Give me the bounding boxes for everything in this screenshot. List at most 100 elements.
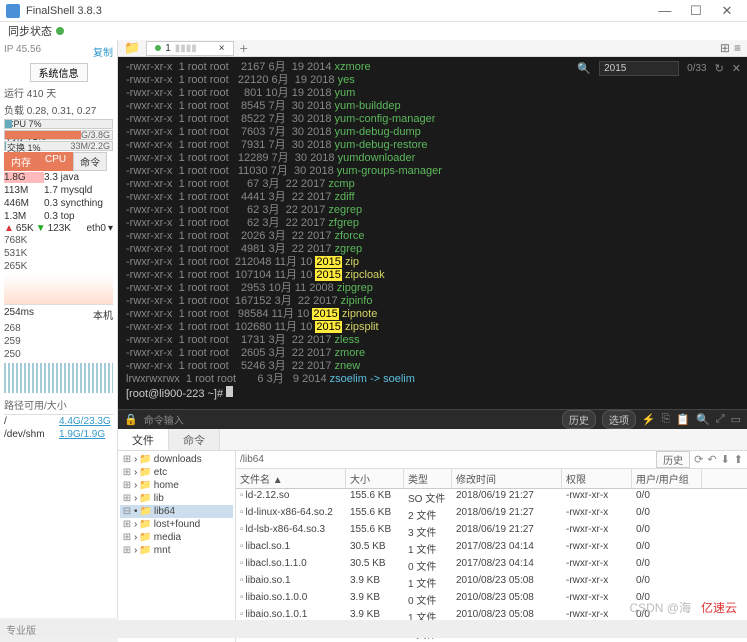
terminal-line: -rwxr-xr-x 1 root root 4981 3月 22 2017 z… (126, 243, 739, 256)
paste-icon[interactable]: 📋 (676, 413, 690, 426)
col-perm[interactable]: 权限 (562, 469, 632, 488)
path-text[interactable]: /lib64 (240, 454, 264, 465)
terminal-line: -rwxr-xr-x 1 root root 8545 7月 30 2018 y… (126, 100, 739, 113)
copy-icon[interactable]: ⎘ (662, 413, 671, 426)
tree-node[interactable]: ⊞›📁lost+found (120, 518, 233, 531)
ping-scale: 250 (4, 348, 113, 361)
swap-label: 交换 (7, 143, 25, 153)
minimize-button[interactable]: — (651, 3, 679, 18)
proc-row: 1.3M0.3 top (4, 210, 113, 223)
close-button[interactable]: ✕ (713, 3, 741, 19)
copy-link[interactable]: 复制 (93, 44, 113, 59)
session-tab[interactable]: 1▮▮▮▮× (146, 41, 233, 56)
expand-icon[interactable]: ⤢ (716, 413, 725, 426)
file-row[interactable]: ▫libacl.so.1.1.030.5 KB0 文件2017/08/23 04… (236, 557, 747, 574)
search-close-icon[interactable]: ✕ (732, 62, 741, 75)
tab-files[interactable]: 文件 (118, 429, 169, 450)
col-mtime[interactable]: 修改时间 (452, 469, 562, 488)
tab-cpu[interactable]: CPU (38, 152, 73, 171)
edition-label: 专业版 (6, 622, 36, 636)
cmd-input-label[interactable]: 命令输入 (144, 412, 556, 427)
terminal-line: -rwxr-xr-x 1 root root 11030 7月 30 2018 … (126, 165, 739, 178)
search-counter: 0/33 (687, 63, 706, 74)
net-down: 123K (48, 223, 71, 234)
app-icon (6, 4, 20, 18)
tree-node[interactable]: ⊞›📁lib (120, 492, 233, 505)
ping-sparkline (4, 363, 113, 393)
terminal-line: lrwxrwxrwx 1 root root 6 3月 9 2014 zsoel… (126, 373, 739, 386)
grid-icon[interactable]: ⊞ (720, 41, 730, 55)
maximize-button[interactable]: ☐ (682, 3, 710, 19)
terminal-line: -rwxr-xr-x 1 root root 1731 3月 22 2017 z… (126, 334, 739, 347)
terminal-line: -rwxr-xr-x 1 root root 212048 11月 10 201… (126, 256, 739, 269)
upload-icon[interactable]: ⬆ (734, 453, 743, 466)
tree-node[interactable]: ⊞›📁mnt (120, 544, 233, 557)
disk-hdr-size: 可用/大小 (24, 397, 67, 412)
swap-pct: 1% (28, 143, 41, 153)
terminal-line: -rwxr-xr-x 1 root root 67 3月 22 2017 zcm… (126, 178, 739, 191)
search2-icon[interactable]: 🔍 (696, 413, 710, 426)
terminal-line: -rwxr-xr-x 1 root root 62 3月 22 2017 zeg… (126, 204, 739, 217)
col-own[interactable]: 用户/用户组 (632, 469, 702, 488)
back-icon[interactable]: ↶ (707, 453, 716, 466)
tab-cmd[interactable]: 命令 (73, 152, 107, 171)
tab-commands[interactable]: 命令 (169, 429, 220, 450)
layout-icon[interactable]: ≡ (734, 41, 741, 55)
col-name[interactable]: 文件名 ▲ (236, 469, 346, 488)
disk-row: /dev/shm1.9G/1.9G (4, 428, 113, 441)
tree-node[interactable]: ⊞›📁media (120, 531, 233, 544)
net-scale: 265K (4, 260, 113, 273)
options-button[interactable]: 选项 (602, 410, 636, 429)
tab-close-icon[interactable]: × (219, 43, 225, 54)
terminal-prompt[interactable]: [root@li900-223 ~]# (126, 386, 739, 401)
terminal-line: -rwxr-xr-x 1 root root 167152 3月 22 2017… (126, 295, 739, 308)
proc-row: 113M1.7 mysqld (4, 184, 113, 197)
tab-mem[interactable]: 内存 (4, 152, 38, 171)
screen-icon[interactable]: ▭ (731, 413, 741, 426)
terminal-line: -rwxr-xr-x 1 root root 12289 7月 30 2018 … (126, 152, 739, 165)
net-up: 65K (16, 223, 34, 234)
folder-icon[interactable]: 📁 (124, 40, 140, 56)
file-row[interactable]: ▫libaio.so.13.9 KB1 文件2010/08/23 05:08-r… (236, 574, 747, 591)
search-icon[interactable]: 🔍 (577, 62, 591, 75)
add-tab-button[interactable]: + (240, 40, 248, 56)
col-type[interactable]: 类型 (404, 469, 452, 488)
file-row[interactable]: ▫libacl.so.130.5 KB1 文件2017/08/23 04:14-… (236, 540, 747, 557)
sync-label: 同步状态 (8, 23, 52, 39)
search-input[interactable] (599, 61, 679, 76)
bolt-icon[interactable]: ⚡ (642, 413, 656, 426)
swap-used: 33M/2.2G (70, 141, 110, 151)
ping-scale: 259 (4, 335, 113, 348)
path-history-button[interactable]: 历史 (656, 451, 690, 468)
file-row[interactable]: ▫ld-2.12.so155.6 KBSO 文件2018/06/19 21:27… (236, 489, 747, 506)
net-down-icon: ▼ (36, 223, 46, 234)
file-row[interactable]: ▫ld-linux-x86-64.so.2155.6 KB2 文件2018/06… (236, 506, 747, 523)
net-scale: 531K (4, 247, 113, 260)
ping-ms: 254ms (4, 307, 34, 322)
file-row[interactable]: ▫ld-lsb-x86-64.so.3155.6 KB3 文件2018/06/1… (236, 523, 747, 540)
tree-node[interactable]: ⊞›📁downloads (120, 453, 233, 466)
tab-label: 1 (165, 43, 171, 54)
ip-label: IP 45.56 (4, 44, 41, 59)
system-info-button[interactable]: 系统信息 (30, 63, 88, 82)
sidebar: IP 45.56复制 系统信息 运行 410 天 负载 0.28, 0.31, … (0, 40, 118, 618)
sync-status-icon (56, 27, 64, 35)
search-next-icon[interactable]: ↻ (715, 62, 724, 75)
terminal-line: -rwxr-xr-x 1 root root 107104 11月 10 201… (126, 269, 739, 282)
terminal-line: -rwxr-xr-x 1 root root 7931 7月 30 2018 y… (126, 139, 739, 152)
terminal-line: -rwxr-xr-x 1 root root 98584 11月 10 2015… (126, 308, 739, 321)
history-button[interactable]: 历史 (562, 410, 596, 429)
net-dropdown-icon[interactable]: ▾ (108, 223, 113, 234)
cpu-pct: 7% (29, 119, 42, 129)
tree-node[interactable]: ⊞›📁etc (120, 466, 233, 479)
tree-node[interactable]: ⊟•📁lib64 (120, 505, 233, 518)
lock-icon[interactable]: 🔒 (124, 413, 138, 426)
watermark-csdn: CSDN @海 (629, 601, 691, 615)
tree-node[interactable]: ⊞›📁home (120, 479, 233, 492)
terminal-line: -rwxr-xr-x 1 root root 5246 3月 22 2017 z… (126, 360, 739, 373)
download-icon[interactable]: ⬇ (721, 453, 730, 466)
terminal[interactable]: 🔍 0/33 ↻ ✕ -rwxr-xr-x 1 root root 2167 6… (118, 57, 747, 409)
refresh-icon[interactable]: ⟳ (694, 453, 703, 466)
terminal-line: -rwxr-xr-x 1 root root 7603 7月 30 2018 y… (126, 126, 739, 139)
col-size[interactable]: 大小 (346, 469, 404, 488)
